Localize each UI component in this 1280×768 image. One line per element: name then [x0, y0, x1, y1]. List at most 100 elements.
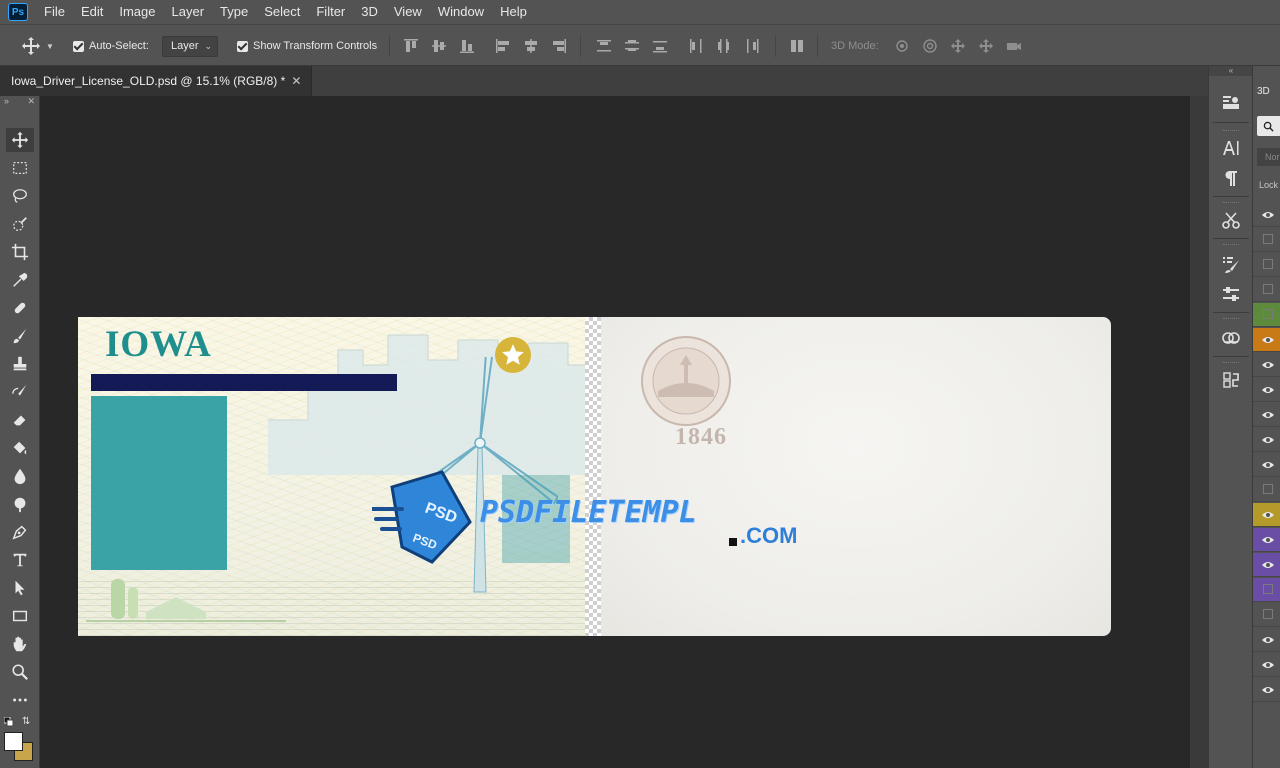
layer-row[interactable] — [1253, 253, 1280, 277]
3d-panel-tab[interactable]: 3D — [1257, 86, 1270, 97]
3d-slide-icon[interactable] — [978, 38, 998, 54]
history-brush-tool[interactable] — [6, 380, 34, 404]
lasso-tool[interactable] — [6, 184, 34, 208]
move-tool-preset-icon[interactable]: ▼ — [20, 25, 54, 67]
visibility-eye-icon[interactable] — [1261, 335, 1275, 345]
layer-row[interactable] — [1253, 203, 1280, 227]
menu-file[interactable]: File — [36, 0, 73, 24]
layer-row[interactable] — [1253, 578, 1280, 602]
visibility-eye-icon[interactable] — [1261, 210, 1275, 220]
default-colors-icon[interactable] — [3, 716, 14, 727]
blend-mode-dropdown[interactable]: Nor — [1257, 148, 1280, 166]
menu-view[interactable]: View — [386, 0, 430, 24]
layer-row[interactable] — [1253, 628, 1280, 652]
paragraph-icon[interactable] — [1219, 166, 1243, 190]
quick-select-tool[interactable] — [6, 212, 34, 236]
align-top-icon[interactable] — [403, 38, 419, 54]
layer-row[interactable] — [1253, 428, 1280, 452]
layer-row[interactable] — [1253, 678, 1280, 702]
menu-edit[interactable]: Edit — [73, 0, 111, 24]
dock-grip[interactable] — [1223, 244, 1239, 246]
dodge-tool[interactable] — [6, 492, 34, 516]
align-hcenter-icon[interactable] — [523, 38, 539, 54]
healing-brush-tool[interactable] — [6, 296, 34, 320]
foreground-color-swatch[interactable] — [4, 732, 23, 751]
layer-filter-search[interactable] — [1257, 116, 1280, 136]
menu-help[interactable]: Help — [492, 0, 535, 24]
visibility-eye-icon[interactable] — [1261, 460, 1275, 470]
visibility-eye-icon[interactable] — [1261, 410, 1275, 420]
zoom-tool[interactable] — [6, 660, 34, 684]
clone-stamp-tool[interactable] — [6, 352, 34, 376]
close-icon[interactable]: ✕ — [27, 96, 35, 110]
visibility-toggle[interactable] — [1263, 584, 1273, 594]
layer-row[interactable] — [1253, 653, 1280, 677]
type-tool[interactable] — [6, 548, 34, 572]
distribute-bottom-icon[interactable] — [652, 38, 668, 54]
layer-row[interactable] — [1253, 328, 1280, 352]
history-icon[interactable] — [1219, 368, 1243, 392]
3d-orbit-icon[interactable] — [894, 38, 914, 54]
properties-icon[interactable] — [1219, 90, 1243, 114]
layer-row[interactable] — [1253, 503, 1280, 527]
vertical-scrollbar[interactable] — [1190, 96, 1208, 768]
document-tab[interactable]: Iowa_Driver_License_OLD.psd @ 15.1% (RGB… — [0, 66, 312, 96]
menu-3d[interactable]: 3D — [353, 0, 386, 24]
layer-row[interactable] — [1253, 403, 1280, 427]
visibility-eye-icon[interactable] — [1261, 635, 1275, 645]
move-tool[interactable] — [6, 128, 34, 152]
dock-grip[interactable] — [1223, 362, 1239, 364]
auto-select-dropdown[interactable]: Layer ⌄ — [162, 36, 218, 57]
3d-camera-icon[interactable] — [1006, 38, 1026, 54]
visibility-eye-icon[interactable] — [1261, 685, 1275, 695]
align-bottom-icon[interactable] — [459, 38, 475, 54]
layer-row[interactable] — [1253, 228, 1280, 252]
layer-row[interactable] — [1253, 278, 1280, 302]
menu-image[interactable]: Image — [111, 0, 163, 24]
distribute-right-icon[interactable] — [744, 38, 760, 54]
visibility-eye-icon[interactable] — [1261, 535, 1275, 545]
dock-grip[interactable] — [1223, 130, 1239, 132]
3d-pan-icon[interactable] — [950, 38, 970, 54]
dock-grip[interactable] — [1223, 318, 1239, 320]
menu-window[interactable]: Window — [430, 0, 492, 24]
eyedropper-tool[interactable] — [6, 268, 34, 292]
visibility-toggle[interactable] — [1263, 259, 1273, 269]
pen-tool[interactable] — [6, 520, 34, 544]
layer-row[interactable] — [1253, 528, 1280, 552]
libraries-icon[interactable] — [1219, 326, 1243, 350]
distribute-left-icon[interactable] — [688, 38, 704, 54]
document-canvas[interactable]: IOWA 1846 PSD PSD PSDFILETEMPL .COM — [78, 317, 1111, 636]
layer-row[interactable] — [1253, 303, 1280, 327]
swap-colors-icon[interactable]: ⇅ — [22, 716, 34, 727]
distribute-hcenter-icon[interactable] — [716, 38, 732, 54]
more-tools-icon[interactable] — [6, 688, 34, 712]
layer-row[interactable] — [1253, 453, 1280, 477]
layer-row[interactable] — [1253, 353, 1280, 377]
layer-row[interactable] — [1253, 378, 1280, 402]
eraser-tool[interactable] — [6, 408, 34, 432]
visibility-toggle[interactable] — [1263, 284, 1273, 294]
brush-tool[interactable] — [6, 324, 34, 348]
character-icon[interactable] — [1219, 136, 1243, 160]
tool-presets-icon[interactable] — [1219, 208, 1243, 232]
hand-tool[interactable] — [6, 632, 34, 656]
rectangle-tool[interactable] — [6, 604, 34, 628]
blur-tool[interactable] — [6, 464, 34, 488]
close-icon[interactable]: ✕ — [291, 74, 301, 88]
visibility-eye-icon[interactable] — [1261, 385, 1275, 395]
visibility-toggle[interactable] — [1263, 309, 1273, 319]
paint-bucket-tool[interactable] — [6, 436, 34, 460]
menu-layer[interactable]: Layer — [164, 0, 213, 24]
visibility-toggle[interactable] — [1263, 484, 1273, 494]
align-left-icon[interactable] — [495, 38, 511, 54]
auto-select-checkbox[interactable] — [73, 40, 84, 52]
visibility-eye-icon[interactable] — [1261, 435, 1275, 445]
align-vcenter-icon[interactable] — [431, 38, 447, 54]
crop-tool[interactable] — [6, 240, 34, 264]
layer-row[interactable] — [1253, 478, 1280, 502]
distribute-vcenter-icon[interactable] — [624, 38, 640, 54]
menu-filter[interactable]: Filter — [308, 0, 353, 24]
collapse-panels-icon[interactable]: « — [1209, 66, 1253, 76]
visibility-eye-icon[interactable] — [1261, 660, 1275, 670]
